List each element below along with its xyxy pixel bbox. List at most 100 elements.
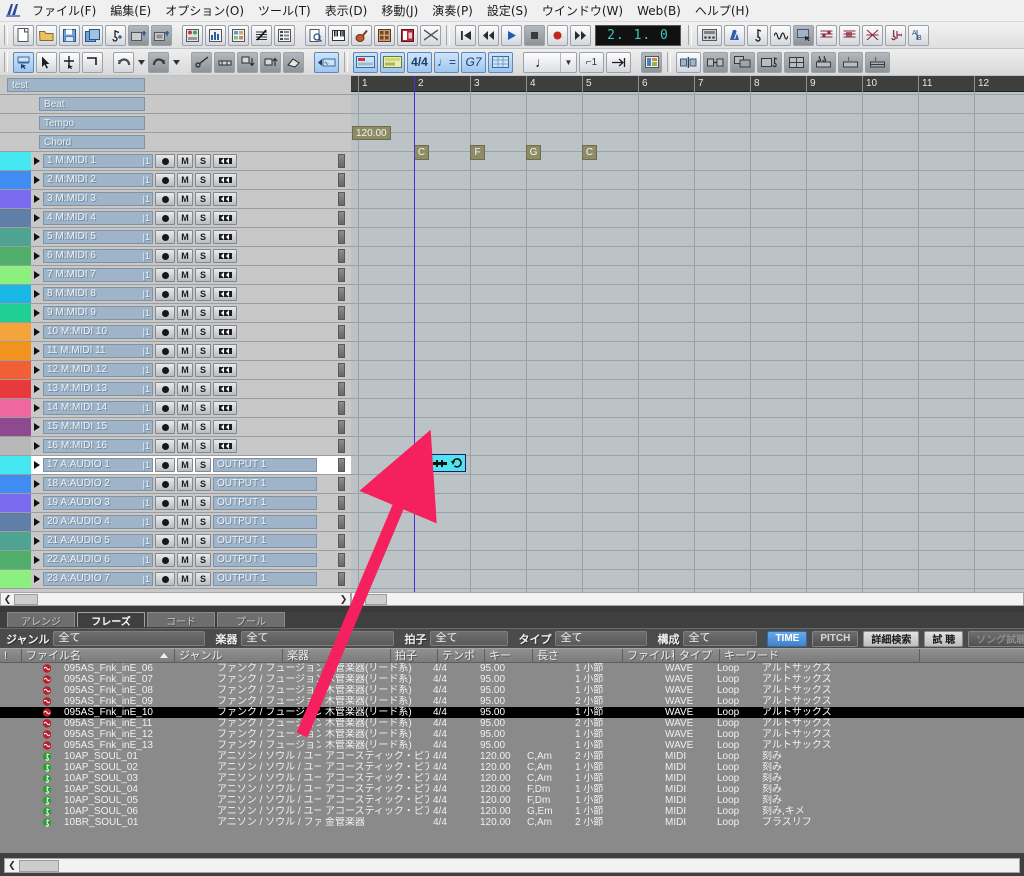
track-play-arrow-icon[interactable]	[31, 152, 43, 170]
track-play-arrow-icon[interactable]	[31, 228, 43, 246]
menu-window[interactable]: ウインドウ(W)	[535, 0, 630, 21]
note-edit-icon[interactable]	[747, 24, 768, 46]
track-mute-button[interactable]: M	[177, 192, 193, 206]
track-record-button[interactable]	[155, 230, 175, 244]
track-name-field[interactable]: 11 M:MIDI 11 |1	[43, 344, 153, 358]
info-region2-icon[interactable]: i	[865, 51, 890, 73]
track-monitor-button[interactable]	[213, 439, 237, 453]
track-panel-hscrollbar[interactable]: ❮ ❯	[0, 592, 351, 606]
track-volume-fader[interactable]	[338, 173, 345, 187]
phrase-list-hscrollbar[interactable]: ❮	[4, 858, 1020, 873]
track-mute-button[interactable]: M	[177, 534, 193, 548]
menu-options[interactable]: オプション(O)	[158, 0, 251, 21]
tab-1[interactable]: フレーズ	[77, 612, 145, 628]
track-volume-fader[interactable]	[338, 401, 345, 415]
note-jump-icon[interactable]	[885, 24, 906, 46]
new-file-icon[interactable]	[13, 24, 34, 46]
tempo-track-row[interactable]: Tempo	[0, 114, 351, 133]
transport-record-button[interactable]	[547, 24, 568, 46]
track-name-field[interactable]: 10 M:MIDI 10 |1	[43, 325, 153, 339]
track-record-button[interactable]	[155, 325, 175, 339]
track-mute-button[interactable]: M	[177, 211, 193, 225]
split-up-icon[interactable]	[260, 51, 281, 73]
table-row[interactable]: 10AP_SOUL_03 アニソン / ソウル / ユーロビ… アコースティック・ピ…	[0, 773, 1024, 784]
track-color-swatch[interactable]	[0, 513, 31, 531]
track-volume-fader[interactable]	[338, 534, 345, 548]
track-record-button[interactable]	[155, 344, 175, 358]
track-volume-fader[interactable]	[338, 154, 345, 168]
track-name-field[interactable]: 4 M:MIDI 4 |1	[43, 211, 153, 225]
menu-file[interactable]: ファイル(F)	[25, 0, 103, 21]
meter-icon[interactable]: 4/4	[407, 51, 432, 73]
track-row-11[interactable]: 11 M:MIDI 11 |1 M S	[0, 342, 351, 361]
track-play-arrow-icon[interactable]	[31, 190, 43, 208]
track-solo-button[interactable]: S	[195, 420, 211, 434]
save-all-icon[interactable]	[82, 24, 103, 46]
select-tool-icon[interactable]	[13, 51, 34, 73]
chord-event-F[interactable]: F	[470, 145, 485, 160]
track-color-swatch[interactable]	[0, 323, 31, 341]
track-play-arrow-icon[interactable]	[31, 266, 43, 284]
track-monitor-button[interactable]	[213, 249, 237, 263]
track-output-field[interactable]: OUTPUT 1	[213, 534, 317, 548]
track-record-button[interactable]	[155, 572, 175, 586]
column-header-0[interactable]: !	[0, 649, 22, 662]
track-name-field[interactable]: 8 M:MIDI 8 |1	[43, 287, 153, 301]
quantize-panel-icon[interactable]	[353, 51, 378, 73]
track-row-3[interactable]: 3 M:MIDI 3 |1 M S	[0, 190, 351, 209]
track-color-swatch[interactable]	[0, 304, 31, 322]
track-mute-button[interactable]: M	[177, 249, 193, 263]
track-mute-button[interactable]: M	[177, 382, 193, 396]
table-row[interactable]: 10AP_SOUL_04 アニソン / ソウル / ユーロビ… アコースティック・ピ…	[0, 784, 1024, 795]
track-mute-button[interactable]: M	[177, 325, 193, 339]
filter-input-1[interactable]: 全て	[241, 631, 395, 646]
track-mute-button[interactable]: M	[177, 553, 193, 567]
browser-button-2[interactable]: 詳細検索	[863, 630, 920, 647]
track-monitor-button[interactable]	[213, 325, 237, 339]
score-tool3-icon[interactable]	[862, 24, 883, 46]
transport-rewind-to-start-button[interactable]	[455, 24, 476, 46]
track-mute-button[interactable]: M	[177, 287, 193, 301]
track-volume-fader[interactable]	[338, 496, 345, 510]
track-name-field[interactable]: 14 M:MIDI 14 |1	[43, 401, 153, 415]
track-color-swatch[interactable]	[0, 399, 31, 417]
note-value-selector[interactable]: ♩ ▼	[523, 51, 577, 73]
track-volume-fader[interactable]	[338, 249, 345, 263]
track-output-field[interactable]: OUTPUT 1	[213, 458, 317, 472]
track-row-23[interactable]: 23 A:AUDIO 7 |1 M S OUTPUT 1	[0, 570, 351, 589]
track-row-15[interactable]: 15 M:MIDI 15 |1 M S	[0, 418, 351, 437]
track-solo-button[interactable]: S	[195, 572, 211, 586]
track-solo-button[interactable]: S	[195, 382, 211, 396]
column-header-8[interactable]: ファイル種別	[623, 649, 675, 662]
hscroll-thumb[interactable]	[14, 593, 38, 605]
track-mute-button[interactable]: M	[177, 401, 193, 415]
scroll-right-icon[interactable]: ❯	[337, 593, 350, 605]
tempo-icon[interactable]: ♩=	[434, 51, 459, 73]
playhead-cursor[interactable]	[414, 76, 415, 592]
line-tool-icon[interactable]	[82, 51, 103, 73]
table-row[interactable]: 10AP_SOUL_05 アニソン / ソウル / ユーロビ… アコースティック・ピ…	[0, 795, 1024, 806]
track-name-field[interactable]: 12 M:MIDI 12 |1	[43, 363, 153, 377]
print-preview-icon[interactable]	[305, 24, 326, 46]
track-color-swatch[interactable]	[0, 171, 31, 189]
track-play-arrow-icon[interactable]	[31, 342, 43, 360]
track-record-button[interactable]	[155, 477, 175, 491]
browser-button-0[interactable]: TIME	[767, 630, 808, 647]
track-color-swatch[interactable]	[0, 532, 31, 550]
redo-dropdown-icon[interactable]	[171, 52, 181, 73]
track-play-arrow-icon[interactable]	[31, 247, 43, 265]
track-color-swatch[interactable]	[0, 361, 31, 379]
track-play-arrow-icon[interactable]	[31, 285, 43, 303]
track-name-field[interactable]: 13 M:MIDI 13 |1	[43, 382, 153, 396]
phrase-scroll-left-icon[interactable]: ❮	[5, 859, 19, 872]
browser-button-1[interactable]: PITCH	[812, 630, 859, 647]
track-record-button[interactable]	[155, 382, 175, 396]
track-solo-button[interactable]: S	[195, 401, 211, 415]
track-row-22[interactable]: 22 A:AUDIO 6 |1 M S OUTPUT 1	[0, 551, 351, 570]
track-name-field[interactable]: 22 A:AUDIO 6 |1	[43, 553, 153, 567]
track-row-9[interactable]: 9 M:MIDI 9 |1 M S	[0, 304, 351, 323]
track-volume-fader[interactable]	[338, 382, 345, 396]
audio-clip-region[interactable]	[414, 454, 466, 472]
track-solo-button[interactable]: S	[195, 515, 211, 529]
score-tool2-icon[interactable]	[839, 24, 860, 46]
